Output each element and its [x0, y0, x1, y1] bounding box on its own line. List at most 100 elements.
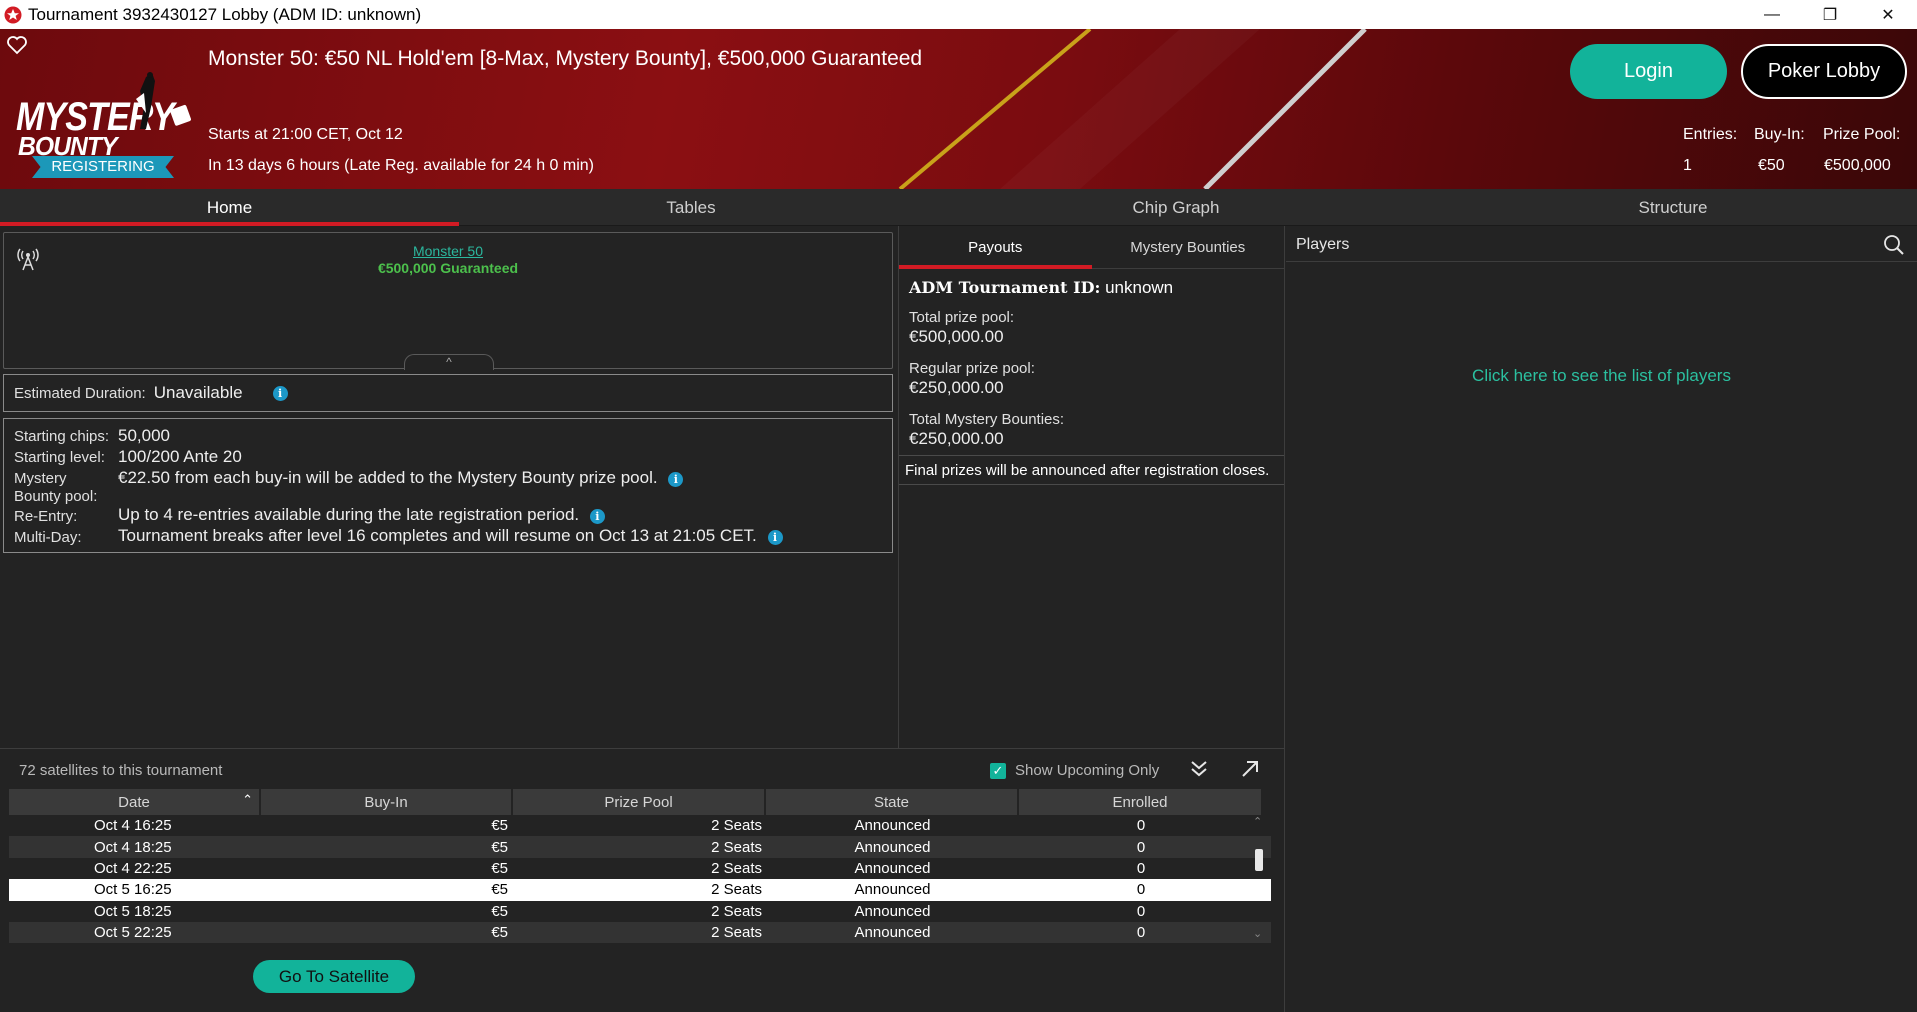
table-header: Date ⌃ Buy-In Prize Pool State Enrolled — [9, 789, 1271, 815]
favorite-heart-icon[interactable] — [6, 35, 28, 55]
cell-enrolled: 0 — [1136, 902, 1146, 920]
tournament-details-box: Starting chips: 50,000 Starting level: 1… — [3, 418, 893, 553]
cell-buyin: €5 — [491, 924, 508, 942]
cell-date: Oct 4 22:25 — [94, 859, 172, 877]
cell-state: Announced — [854, 902, 931, 920]
scroll-down-icon[interactable]: ⌄ — [1253, 927, 1262, 940]
poker-lobby-button[interactable]: Poker Lobby — [1741, 44, 1907, 99]
duration-label: Estimated Duration: — [14, 384, 146, 402]
cell-state: Announced — [854, 817, 931, 835]
payouts-panel: Payouts Mystery Bounties ADM Tournament … — [898, 226, 1285, 748]
close-button[interactable]: ✕ — [1859, 0, 1917, 29]
tournament-info-box: Monster 50 €500,000 Guaranteed ^ — [3, 232, 893, 370]
cell-prize-pool: 2 Seats — [711, 881, 762, 899]
cell-enrolled: 0 — [1136, 817, 1146, 835]
main-tabs: Home Tables Chip Graph Structure — [0, 189, 1917, 226]
search-icon[interactable] — [1883, 234, 1905, 256]
players-title: Players — [1296, 236, 1350, 253]
tab-chip-graph[interactable]: Chip Graph — [923, 189, 1429, 226]
detail-value: €22.50 from each buy-in will be added to… — [118, 468, 684, 488]
final-prizes-note: Final prizes will be announced after reg… — [899, 455, 1284, 485]
guarantee-text: €500,000 Guaranteed — [377, 260, 519, 276]
cell-date: Oct 4 18:25 — [94, 838, 172, 856]
players-list-link[interactable]: Click here to see the list of players — [1286, 366, 1917, 386]
buyin-value: €50 — [1758, 157, 1785, 174]
login-button[interactable]: Login — [1570, 44, 1727, 99]
detail-label: Starting chips: — [14, 428, 110, 445]
show-upcoming-label: Show Upcoming Only — [1015, 762, 1160, 779]
cell-date: Oct 5 16:25 — [94, 881, 172, 899]
cell-enrolled: 0 — [1136, 924, 1146, 942]
cell-enrolled: 0 — [1136, 838, 1146, 856]
start-time: Starts at 21:00 CET, Oct 12 — [208, 126, 403, 143]
tournament-link[interactable]: Monster 50 — [4, 243, 892, 259]
detail-label: Starting level: — [14, 449, 105, 466]
tab-home[interactable]: Home — [0, 189, 459, 226]
table-row[interactable]: Oct 5 22:25 €5 2 Seats Announced 0 — [9, 921, 1271, 944]
table-row[interactable]: Oct 4 22:25 €5 2 Seats Announced 0 — [9, 858, 1271, 879]
cell-prize-pool: 2 Seats — [711, 859, 762, 877]
column-date[interactable]: Date ⌃ — [9, 789, 261, 815]
tab-payouts[interactable]: Payouts — [899, 226, 1092, 269]
double-chevron-down-icon[interactable] — [1187, 757, 1211, 781]
mystery-bounties-value: €250,000.00 — [909, 429, 1004, 448]
cell-prize-pool: 2 Seats — [711, 838, 762, 856]
adm-id-line: ADM Tournament ID: unknown — [909, 278, 1174, 297]
entries-value: 1 — [1683, 157, 1692, 174]
info-icon[interactable]: i — [272, 385, 288, 401]
info-icon[interactable]: i — [668, 472, 684, 487]
collapse-handle[interactable]: ^ — [404, 354, 494, 370]
table-row-selected[interactable]: Oct 5 16:25 €5 2 Seats Announced 0 — [9, 879, 1271, 901]
table-row[interactable]: Oct 4 16:25 €5 2 Seats Announced 0 — [9, 815, 1271, 836]
detail-value: Tournament breaks after level 16 complet… — [118, 526, 783, 546]
pop-out-arrow-icon[interactable] — [1238, 757, 1262, 781]
column-prize-pool[interactable]: Prize Pool — [513, 789, 766, 815]
window-title: Tournament 3932430127 Lobby (ADM ID: unk… — [28, 4, 422, 24]
cell-buyin: €5 — [491, 838, 508, 856]
total-prize-label: Total prize pool: — [909, 309, 1015, 326]
cell-prize-pool: 2 Seats — [711, 817, 762, 835]
cell-date: Oct 5 22:25 — [94, 924, 172, 942]
buyin-label: Buy-In: — [1754, 126, 1805, 143]
regular-prize-label: Regular prize pool: — [909, 360, 1035, 377]
cell-buyin: €5 — [491, 817, 508, 835]
tab-tables[interactable]: Tables — [459, 189, 923, 226]
scroll-up-icon[interactable]: ⌃ — [1253, 815, 1262, 828]
detail-label: Mystery Bounty pool: — [14, 470, 98, 505]
column-buyin[interactable]: Buy-In — [261, 789, 513, 815]
cell-state: Announced — [854, 881, 931, 899]
scroll-thumb[interactable] — [1255, 849, 1263, 871]
minimize-button[interactable]: — — [1743, 0, 1801, 29]
detail-label: Multi-Day: — [14, 529, 82, 546]
detail-value: Up to 4 re-entries available during the … — [118, 505, 605, 525]
cell-date: Oct 5 18:25 — [94, 902, 172, 920]
info-icon[interactable]: i — [589, 509, 605, 524]
countdown-text: In 13 days 6 hours (Late Reg. available … — [208, 157, 594, 174]
tournament-header: MYSTERY BOUNTY REGISTERING Monster 50: €… — [0, 29, 1917, 189]
duration-value: Unavailable — [153, 383, 243, 402]
column-state[interactable]: State — [766, 789, 1019, 815]
go-to-satellite-button[interactable]: Go To Satellite — [253, 960, 415, 993]
title-bar: Tournament 3932430127 Lobby (ADM ID: unk… — [0, 0, 1917, 29]
cell-buyin: €5 — [491, 902, 508, 920]
pokerstars-icon — [4, 6, 22, 23]
satellite-count: 72 satellites to this tournament — [19, 762, 223, 779]
prizepool-label: Prize Pool: — [1823, 126, 1901, 143]
restore-button[interactable]: ❐ — [1801, 0, 1859, 29]
detail-value: 100/200 Ante 20 — [118, 447, 242, 466]
cell-enrolled: 0 — [1136, 859, 1146, 877]
info-icon[interactable]: i — [767, 530, 783, 545]
cell-buyin: €5 — [491, 859, 508, 877]
checkbox-checked-icon[interactable]: ✓ — [990, 762, 1006, 779]
table-row[interactable]: Oct 4 18:25 €5 2 Seats Announced 0 — [9, 836, 1271, 858]
sort-up-icon: ⌃ — [242, 792, 253, 807]
table-scrollbar[interactable]: ⌃ ⌄ — [1252, 815, 1266, 945]
column-enrolled[interactable]: Enrolled — [1019, 789, 1263, 815]
tab-mystery-bounties[interactable]: Mystery Bounties — [1092, 226, 1285, 269]
tab-structure[interactable]: Structure — [1429, 189, 1917, 226]
table-row[interactable]: Oct 5 18:25 €5 2 Seats Announced 0 — [9, 901, 1271, 922]
mystery-bounty-logo: MYSTERY BOUNTY — [14, 69, 194, 169]
players-panel: Players Click here to see the list of pl… — [1286, 226, 1917, 1012]
cell-state: Announced — [854, 859, 931, 877]
show-upcoming-toggle[interactable]: ✓ Show Upcoming Only — [990, 762, 1159, 779]
